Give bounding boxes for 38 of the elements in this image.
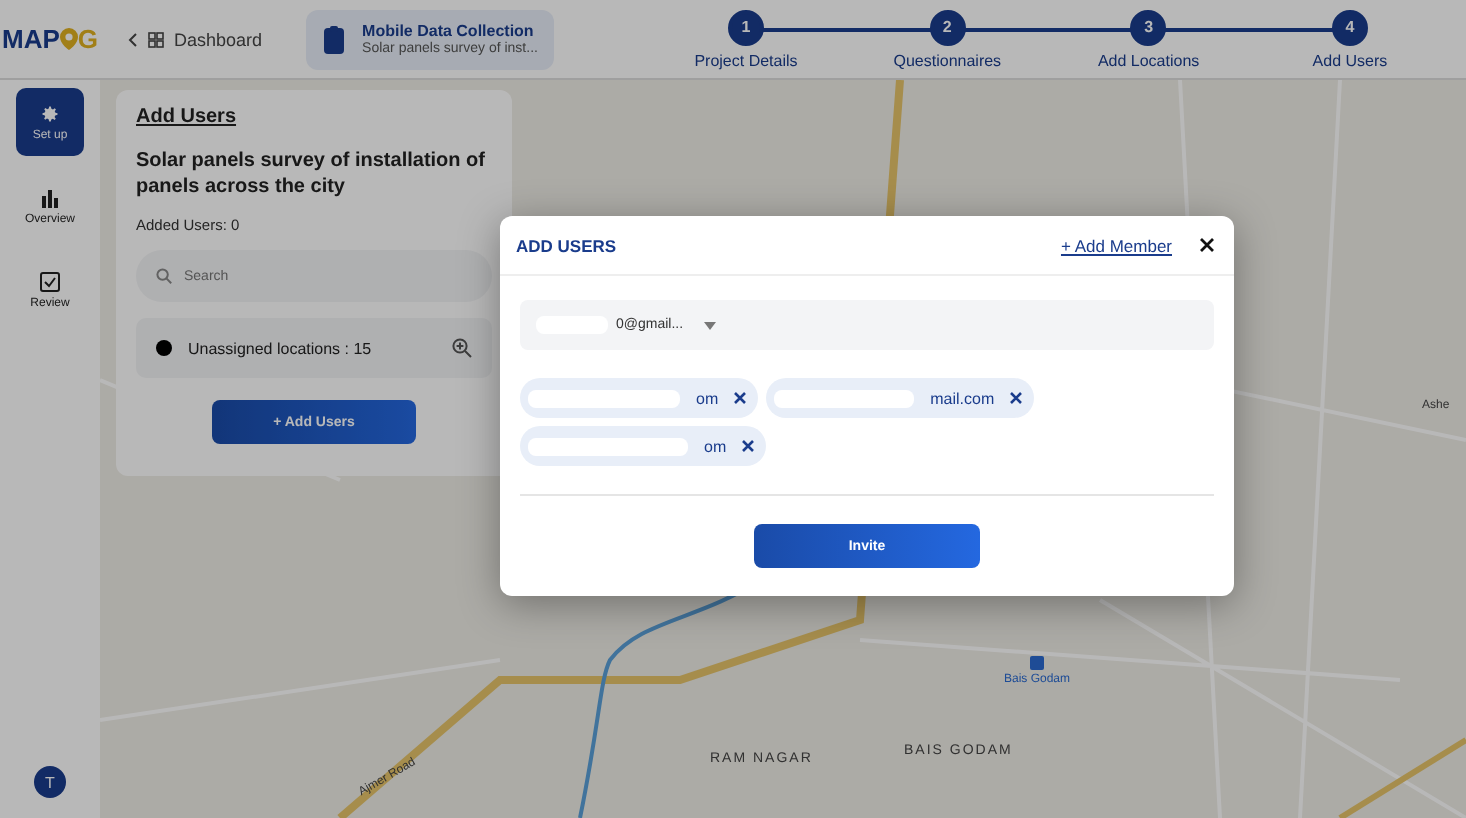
dialog-title: ADD USERS (516, 235, 617, 255)
search-icon (156, 268, 172, 284)
chevron-left-icon (128, 31, 138, 47)
location-group[interactable]: Unassigned locations : 15 (136, 318, 492, 378)
add-member-link[interactable]: + Add Member (1060, 235, 1172, 255)
close-icon (1200, 238, 1214, 252)
bar-chart-icon (40, 187, 60, 207)
project-title: Mobile Data Collection (362, 22, 536, 40)
remove-icon[interactable] (742, 440, 755, 452)
step-number[interactable]: 3 (1130, 9, 1167, 45)
clipboard-icon (322, 25, 347, 53)
zoom-in-icon[interactable] (452, 338, 472, 358)
step-number[interactable]: 4 (1331, 9, 1368, 45)
email-text: om (696, 389, 719, 407)
step-label: Questionnaires (893, 51, 1002, 69)
logo-text: MAP (1, 24, 60, 54)
user-avatar[interactable]: T (34, 766, 66, 798)
panel-heading: Add Users (136, 106, 237, 128)
location-label: Unassigned locations : 15 (188, 339, 374, 357)
step-label: Add Locations (1097, 51, 1200, 69)
dropdown-caret-icon (703, 321, 716, 329)
close-button[interactable] (1200, 238, 1214, 252)
step-label: Project Details (694, 51, 798, 69)
project-name: Solar panels survey of installation of panels across the city (136, 148, 487, 200)
step-number[interactable]: 1 (728, 9, 764, 45)
email-text: mail.com (930, 389, 995, 407)
grid-icon (148, 31, 164, 47)
map-pin-icon (59, 28, 78, 50)
train-icon (1030, 656, 1044, 670)
dashboard-link[interactable]: Dashboard (128, 29, 263, 49)
remove-icon[interactable] (734, 392, 747, 404)
step-number[interactable]: 2 (929, 9, 966, 45)
step-label: Add Users (1312, 51, 1388, 69)
checkbox-icon (40, 271, 60, 291)
email-text: om (704, 437, 727, 455)
gear-icon (40, 103, 60, 123)
remove-icon[interactable] (1010, 392, 1023, 404)
logo-text: G (77, 24, 98, 54)
